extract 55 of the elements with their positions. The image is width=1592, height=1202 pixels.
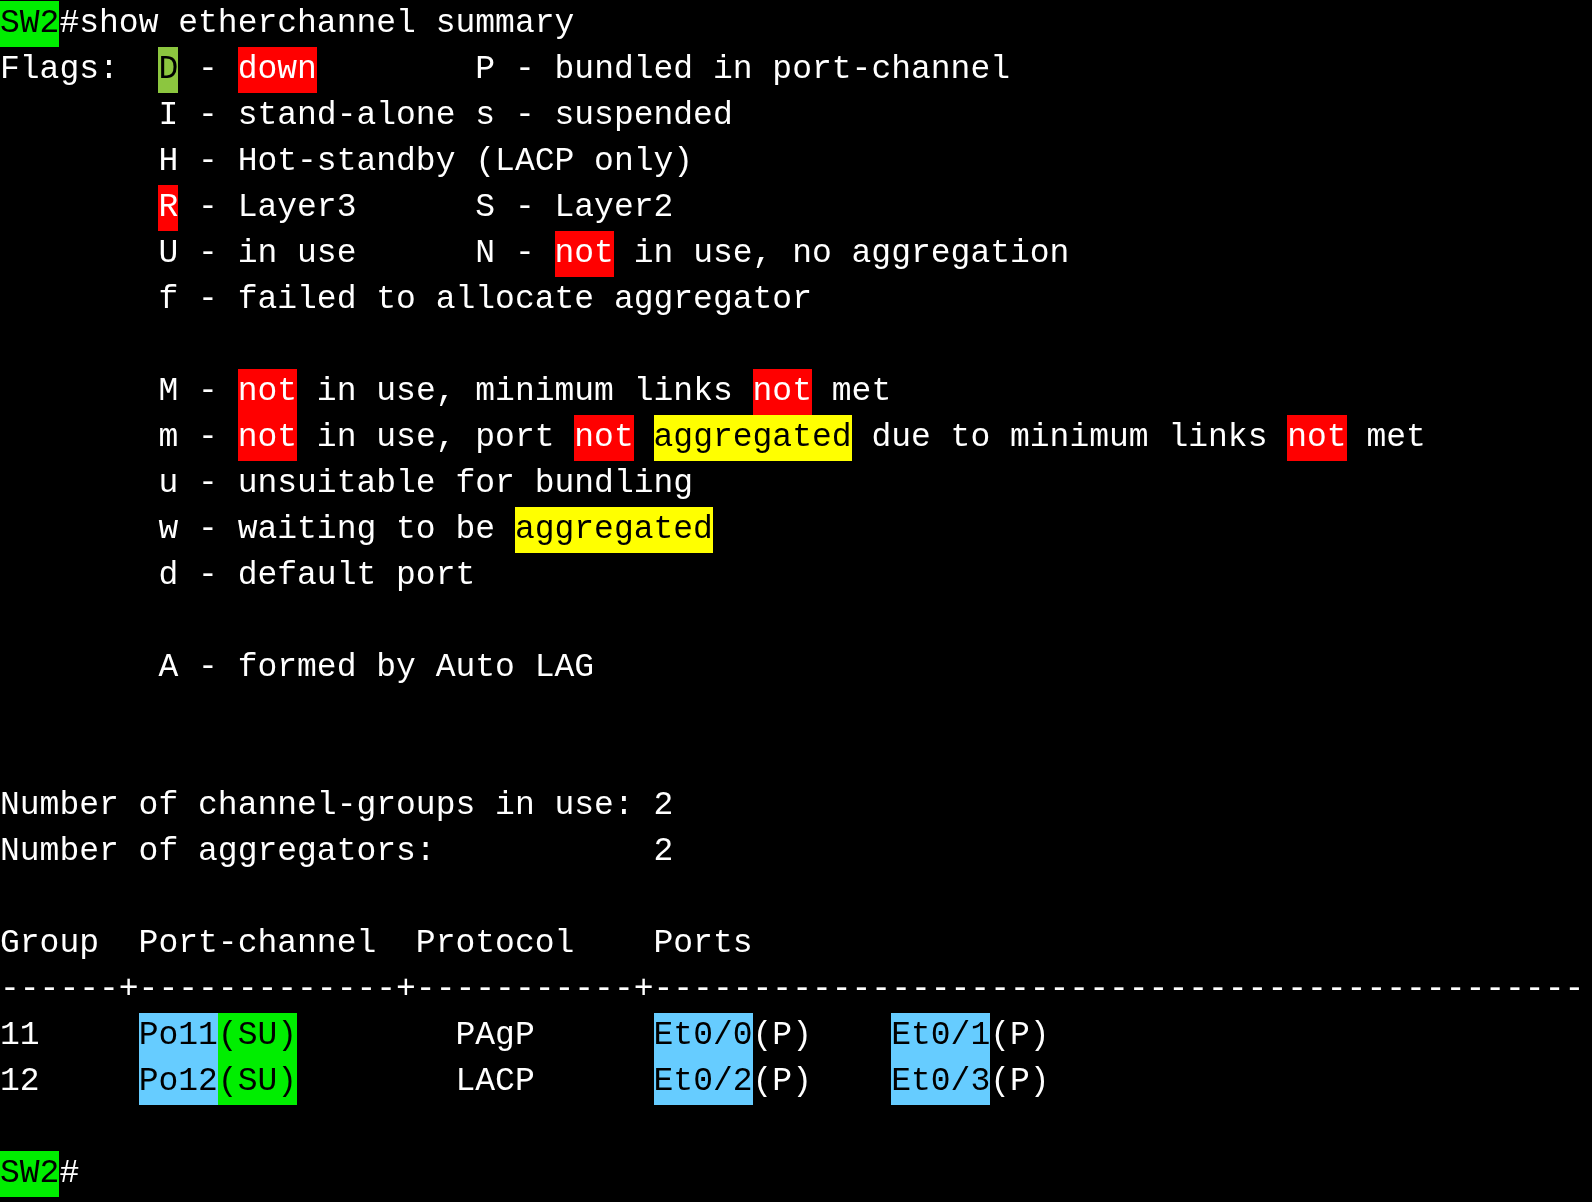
terminal-text: Number of aggregators: 2 [0,832,674,872]
terminal-text: PAgP [454,1016,536,1056]
highlighted-text: (SU) [217,1013,298,1059]
terminal-text: m - [157,418,219,458]
highlighted-text: Po11 [138,1013,218,1059]
terminal-text: in use, minimum links [315,372,734,412]
highlighted-text: not [574,415,634,461]
terminal-text: (P) [752,1016,813,1056]
terminal-text: u - unsuitable for bundling [157,464,694,504]
highlighted-text: not [237,369,298,415]
terminal-text: d - default port [157,556,476,596]
highlighted-text: SW2 [0,1151,60,1197]
highlighted-text: not [237,415,298,461]
terminal-text: #show etherchannel summary [59,4,575,44]
highlighted-text: not [1287,415,1347,461]
highlighted-text: D [158,47,179,93]
terminal-text: ------+-------------+-----------+----------------------------------------------- [0,970,1585,1010]
terminal-text: (P) [990,1062,1050,1102]
terminal-text: in use, port [315,418,556,458]
terminal-text: H - Hot-standby (LACP only) [157,142,694,182]
terminal-text: w - waiting to be [157,510,497,550]
terminal-text: - Layer3 S - Layer2 [197,188,674,228]
highlighted-text: Et0/0 [653,1013,753,1059]
highlighted-text: aggregated [514,507,713,553]
terminal-text: 12 [0,1062,41,1102]
highlighted-text: (SU) [217,1059,298,1105]
highlighted-text: R [158,185,179,231]
terminal-text: Number of channel-groups in use: 2 [0,786,674,826]
terminal-text: - [197,50,219,90]
terminal-text: U - in use N - [157,234,536,274]
highlighted-text: aggregated [653,415,852,461]
terminal-text: # [59,1154,80,1194]
highlighted-text: Et0/2 [653,1059,753,1105]
terminal-text: due to minimum links [870,418,1269,458]
terminal-text: met [1365,418,1426,458]
terminal-text: f - failed to allocate aggregator [157,280,812,320]
terminal-text: M - [157,372,219,412]
highlighted-text: not [554,231,614,277]
highlighted-text: Po12 [138,1059,218,1105]
highlighted-text: SW2 [0,1,60,47]
highlighted-text: Et0/1 [891,1013,991,1059]
terminal-text: I - stand-alone s - suspended [157,96,733,136]
terminal-text: Group Port-channel Protocol Ports [0,924,753,964]
terminal-text: met [830,372,892,412]
terminal-text: P - bundled in port-channel [474,50,1010,90]
highlighted-text: not [752,369,812,415]
highlighted-text: down [237,47,317,93]
terminal-text: in use, no aggregation [632,234,1070,274]
terminal-text: Flags: [0,50,120,90]
terminal-text: (P) [752,1062,813,1102]
highlighted-text: Et0/3 [891,1059,991,1105]
terminal-text: A - formed by Auto LAG [157,648,595,688]
terminal-text: (P) [990,1016,1050,1056]
terminal-text: LACP [454,1062,536,1102]
terminal-text: 11 [0,1016,41,1056]
